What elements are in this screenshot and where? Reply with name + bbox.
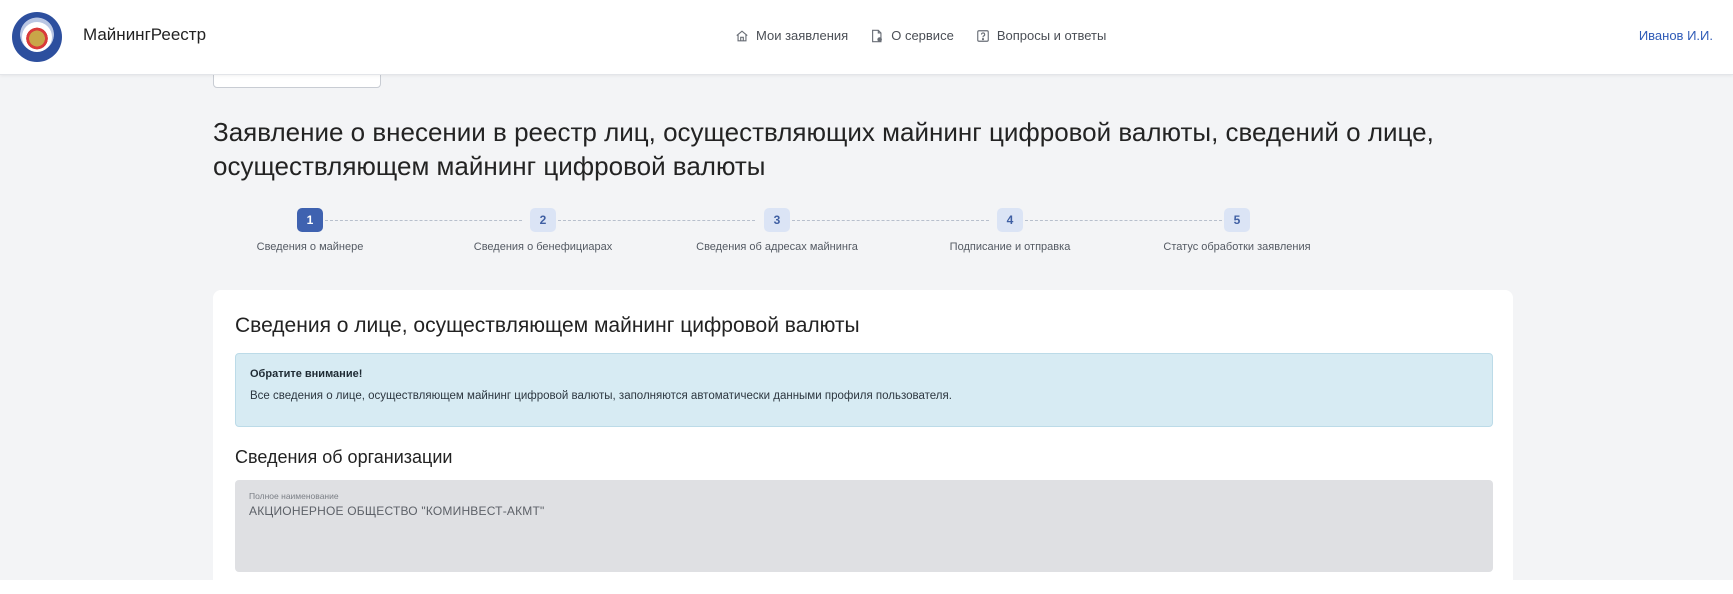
step-number: 2 bbox=[530, 208, 556, 232]
step-label: Сведения о майнере bbox=[256, 241, 364, 253]
step-label: Статус обработки заявления bbox=[1163, 241, 1311, 253]
brand-name[interactable]: МайнингРеестр bbox=[83, 25, 206, 45]
field-label: Полное наименование bbox=[249, 491, 339, 501]
step-number: 1 bbox=[297, 208, 323, 232]
eagle-emblem-icon bbox=[22, 22, 52, 52]
notice-title: Обратите внимание! bbox=[250, 368, 363, 380]
nav-faq[interactable]: Вопросы и ответы bbox=[976, 28, 1106, 43]
step-number: 4 bbox=[997, 208, 1023, 232]
home-icon bbox=[736, 29, 748, 41]
miner-info-card: Сведения о лице, осуществляющем майнинг … bbox=[213, 290, 1513, 580]
application-stepper: 1 Сведения о майнере 2 Сведения о бенефи… bbox=[213, 208, 1513, 268]
question-box-icon bbox=[976, 29, 989, 42]
top-header: МайнингРеестр Мои заявления О сервисе Во… bbox=[0, 0, 1733, 75]
step-4[interactable]: 4 Подписание и отправка bbox=[890, 208, 1130, 253]
step-3[interactable]: 3 Сведения об адресах майнинга bbox=[657, 208, 897, 253]
step-label: Сведения о бенефициарах bbox=[473, 241, 613, 253]
step-2[interactable]: 2 Сведения о бенефициарах bbox=[423, 208, 663, 253]
user-profile-link[interactable]: Иванов И.И. bbox=[1639, 28, 1713, 43]
step-number: 5 bbox=[1224, 208, 1250, 232]
notice-text: Все сведения о лице, осуществляющем майн… bbox=[250, 390, 952, 402]
step-label: Подписание и отправка bbox=[949, 241, 1071, 253]
document-gear-icon bbox=[872, 29, 883, 42]
info-notice: Обратите внимание! Все сведения о лице, … bbox=[235, 353, 1493, 427]
full-name-field: Полное наименование АКЦИОНЕРНОЕ ОБЩЕСТВО… bbox=[235, 480, 1493, 572]
fns-emblem-logo[interactable] bbox=[12, 12, 62, 62]
nav-my-applications[interactable]: Мои заявления bbox=[735, 28, 848, 43]
main-nav: Мои заявления О сервисе Вопросы и ответы bbox=[735, 28, 1106, 43]
nav-about-service-label: О сервисе bbox=[891, 28, 954, 43]
nav-about-service[interactable]: О сервисе bbox=[870, 28, 954, 43]
page-title: Заявление о внесении в реестр лиц, осуще… bbox=[213, 117, 1434, 181]
section-title: Сведения об организации bbox=[235, 447, 453, 467]
step-label: Сведения об адресах майнинга bbox=[696, 241, 858, 253]
nav-faq-label: Вопросы и ответы bbox=[996, 28, 1107, 43]
field-value: АКЦИОНЕРНОЕ ОБЩЕСТВО "КОМИНВЕСТ-АКМТ" bbox=[249, 504, 545, 518]
step-5[interactable]: 5 Статус обработки заявления bbox=[1117, 208, 1357, 253]
card-title: Сведения о лице, осуществляющем майнинг … bbox=[235, 314, 860, 337]
nav-my-applications-label: Мои заявления bbox=[756, 28, 849, 43]
app-frame: МайнингРеестр Мои заявления О сервисе Во… bbox=[0, 0, 1733, 580]
step-1[interactable]: 1 Сведения о майнере bbox=[190, 208, 430, 253]
step-number: 3 bbox=[764, 208, 790, 232]
